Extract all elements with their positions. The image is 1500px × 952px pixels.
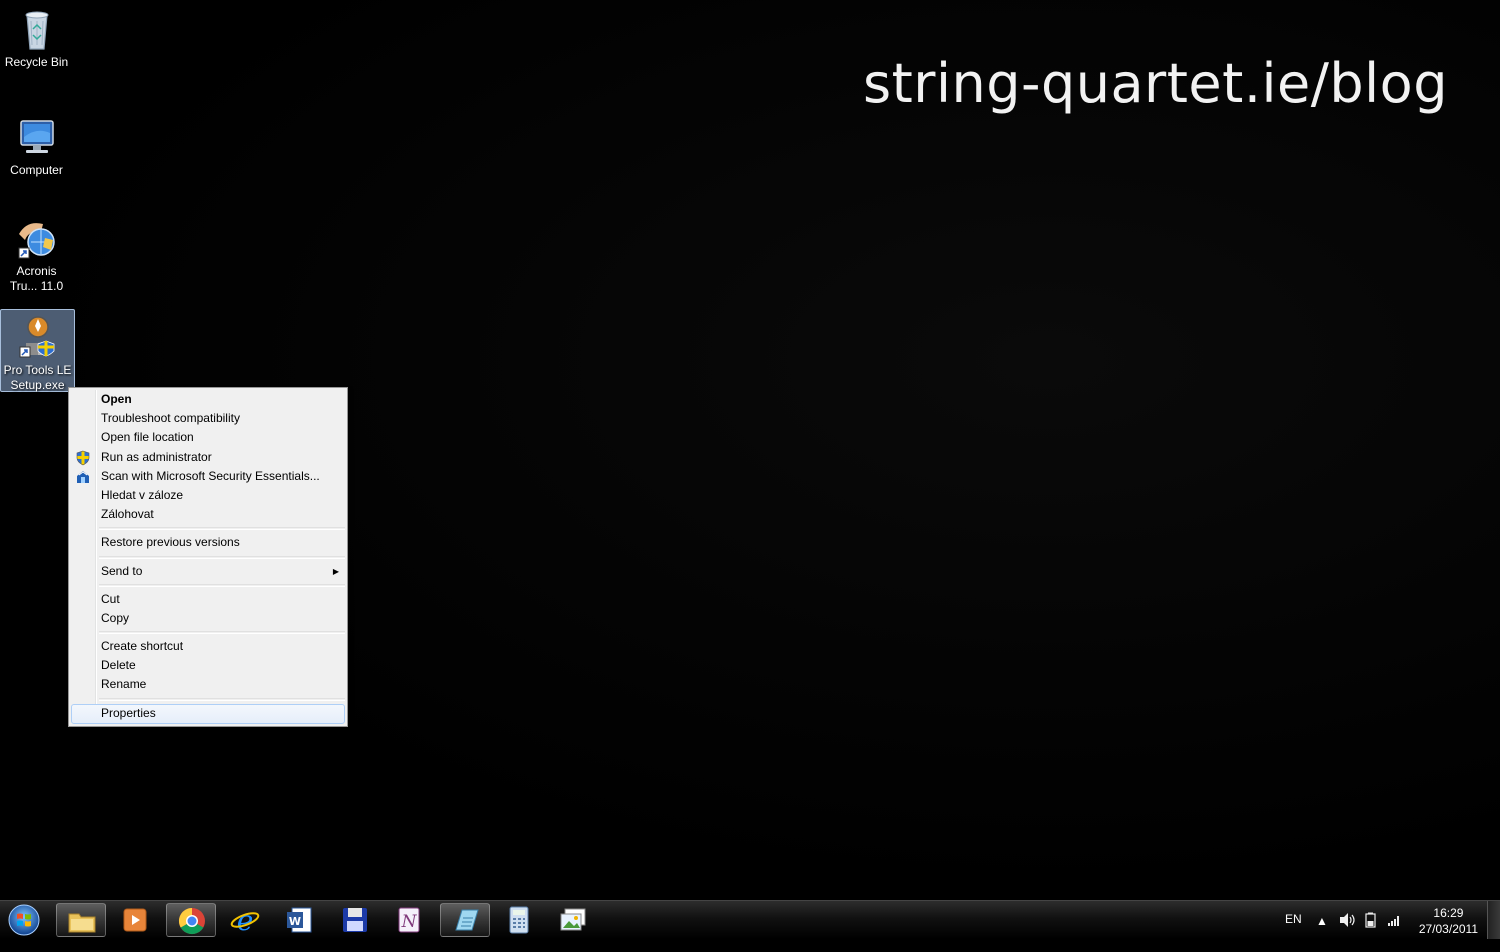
- menu-item-open-file-location[interactable]: Open file location: [71, 428, 345, 447]
- taskbar: e W N EN ▲ 16:29 27/03/2011: [0, 900, 1500, 939]
- desktop-icon-pro-tools-setup[interactable]: Pro Tools LE Setup.exe: [0, 309, 75, 392]
- acronis-icon: [18, 223, 55, 259]
- start-button[interactable]: [6, 903, 42, 937]
- taskbar-word[interactable]: W: [274, 903, 324, 937]
- menu-item-scan-security-essentials[interactable]: Scan with Microsoft Security Essentials.…: [71, 467, 345, 486]
- show-desktop-button[interactable]: [1487, 901, 1500, 939]
- mse-icon: [77, 470, 89, 483]
- menu-separator: [99, 631, 345, 635]
- desktop-icon-computer[interactable]: Computer: [0, 110, 73, 178]
- menu-item-restore-previous-versions[interactable]: Restore previous versions: [71, 533, 345, 552]
- svg-text:e: e: [237, 905, 254, 935]
- menu-item-create-shortcut[interactable]: Create shortcut: [71, 637, 345, 656]
- taskbar-windows-explorer[interactable]: [56, 903, 106, 937]
- clock-time: 16:29: [1433, 906, 1464, 920]
- menu-item-troubleshoot-compatibility[interactable]: Troubleshoot compatibility: [71, 409, 345, 428]
- tray-show-hidden-icon[interactable]: ▲: [1316, 914, 1328, 952]
- context-menu: Open Troubleshoot compatibility Open fil…: [68, 387, 348, 727]
- menu-item-hledat-v-zaloze[interactable]: Hledat v záloze: [71, 486, 345, 505]
- desktop-icon-label: Pro Tools LE Setup.exe: [3, 363, 72, 392]
- taskbar-calculator[interactable]: [494, 903, 544, 937]
- power-icon[interactable]: [1363, 912, 1379, 928]
- desktop-icon-label: Recycle Bin: [4, 55, 69, 69]
- gallery-icon: [560, 908, 586, 931]
- svg-text:W: W: [289, 915, 301, 928]
- menu-item-cut[interactable]: Cut: [71, 590, 345, 609]
- menu-item-zalohovat[interactable]: Zálohovat: [71, 505, 345, 524]
- computer-icon: [19, 120, 54, 153]
- menu-item-label: Copy: [101, 610, 130, 625]
- tray-language[interactable]: EN: [1285, 912, 1302, 950]
- menu-item-label: Send to: [101, 563, 143, 578]
- desktop-icon-label: Acronis Tru... 11.0: [9, 264, 64, 293]
- word-icon: W: [287, 907, 312, 933]
- taskbar-chrome[interactable]: [166, 903, 216, 937]
- taskbar-save-disk[interactable]: [330, 903, 380, 937]
- menu-item-label: Hledat v záloze: [101, 487, 184, 502]
- onenote-icon: N: [398, 907, 420, 933]
- desktop-icon-recycle-bin[interactable]: Recycle Bin: [0, 2, 73, 70]
- desktop-icon-label: Computer: [10, 163, 63, 177]
- svg-text:N: N: [401, 912, 418, 932]
- menu-separator: [99, 555, 345, 559]
- menu-item-label: Open: [101, 392, 132, 406]
- calculator-icon: [509, 906, 529, 934]
- submenu-arrow-icon: ▶: [332, 566, 339, 576]
- chrome-icon: [178, 907, 205, 935]
- menu-item-open[interactable]: Open: [71, 390, 345, 409]
- menu-item-label: Delete: [101, 658, 136, 673]
- taskbar-internet-explorer[interactable]: e: [220, 903, 270, 937]
- volume-icon[interactable]: [1338, 912, 1356, 928]
- menu-item-delete[interactable]: Delete: [71, 656, 345, 675]
- clock-date: 27/03/2011: [1418, 922, 1478, 936]
- network-icon[interactable]: [1387, 912, 1403, 928]
- menu-separator: [99, 527, 345, 531]
- menu-separator: [99, 583, 345, 587]
- menu-item-label: Run as administrator: [101, 449, 212, 464]
- menu-item-send-to[interactable]: Send to ▶: [71, 562, 345, 581]
- desktop: string-quartet.ie/blog Recycle Bin Compu…: [0, 0, 1500, 900]
- menu-item-label: Restore previous versions: [101, 535, 240, 550]
- menu-item-label: Rename: [101, 677, 147, 692]
- menu-item-properties[interactable]: Properties: [71, 703, 345, 724]
- menu-item-label: Properties: [101, 705, 156, 720]
- windows-explorer-icon: [68, 913, 96, 933]
- recycle-bin-icon: [25, 11, 48, 50]
- taskbar-notepad[interactable]: [440, 903, 490, 937]
- taskbar-onenote[interactable]: N: [384, 903, 434, 937]
- menu-item-label: Zálohovat: [101, 507, 154, 522]
- tray-clock[interactable]: 16:29 27/03/2011: [1419, 905, 1478, 937]
- menu-separator: [99, 697, 345, 701]
- internet-explorer-icon: e: [230, 905, 260, 935]
- menu-item-label: Create shortcut: [101, 639, 184, 654]
- taskbar-gallery[interactable]: [548, 903, 598, 937]
- menu-item-run-as-administrator[interactable]: Run as administrator: [71, 448, 345, 467]
- taskbar-media-player[interactable]: [110, 903, 160, 937]
- media-player-icon: [123, 908, 147, 932]
- menu-item-rename[interactable]: Rename: [71, 675, 345, 694]
- save-disk-icon: [343, 908, 367, 932]
- wallpaper-watermark: string-quartet.ie/blog: [862, 52, 1448, 115]
- menu-item-label: Cut: [101, 591, 120, 606]
- menu-item-label: Open file location: [101, 430, 194, 445]
- desktop-icon-acronis[interactable]: Acronis Tru... 11.0: [0, 211, 73, 294]
- menu-item-label: Scan with Microsoft Security Essentials.…: [101, 468, 320, 483]
- uac-shield-icon: [76, 450, 90, 465]
- menu-item-copy[interactable]: Copy: [71, 609, 345, 628]
- menu-item-label: Troubleshoot compatibility: [101, 411, 240, 426]
- installer-icon: [19, 316, 54, 358]
- notepad-icon: [455, 909, 479, 931]
